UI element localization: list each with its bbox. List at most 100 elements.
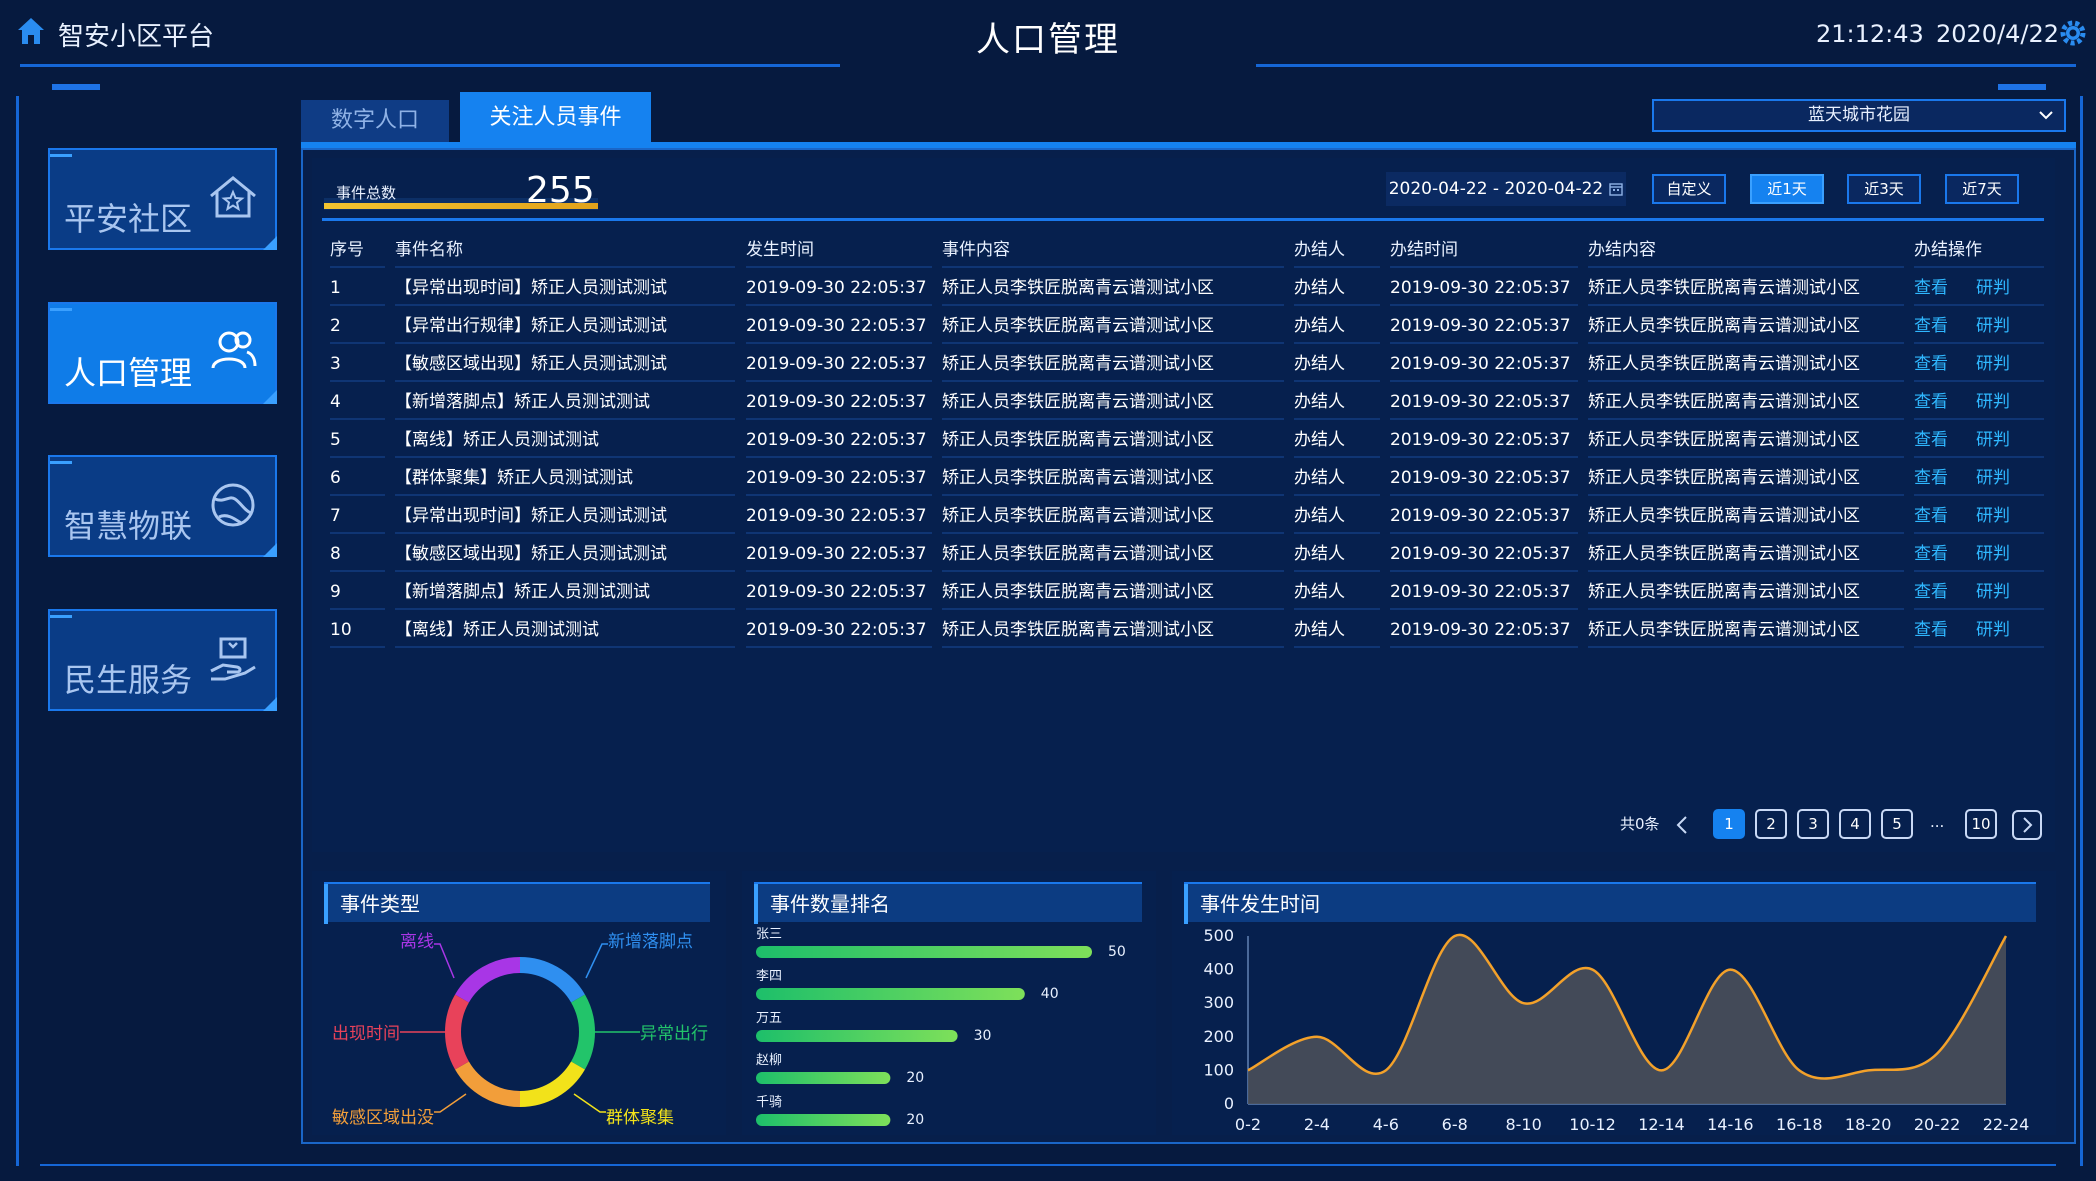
judge-link[interactable]: 研判 bbox=[1976, 620, 2010, 640]
sidebar-item-smart-iot[interactable]: 智慧物联 bbox=[48, 455, 277, 557]
pager-next-icon[interactable] bbox=[2012, 810, 2042, 840]
table-cell-text: 2019-09-30 22:05:37 bbox=[746, 468, 927, 488]
table-cell-text: 1 bbox=[330, 278, 341, 298]
page-button-10[interactable]: 10 bbox=[1965, 809, 1997, 839]
x-tick-label: 8-10 bbox=[1505, 1115, 1541, 1134]
view-link[interactable]: 查看 bbox=[1914, 544, 1948, 564]
cell-divider bbox=[330, 456, 385, 458]
view-link[interactable]: 查看 bbox=[1914, 278, 1948, 298]
time-title: 事件发生时间 bbox=[1184, 882, 2036, 924]
table-cell: 1 bbox=[330, 270, 385, 306]
cell-divider bbox=[746, 380, 932, 382]
view-link[interactable]: 查看 bbox=[1914, 430, 1948, 450]
cell-divider bbox=[1914, 304, 2044, 306]
judge-link[interactable]: 研判 bbox=[1976, 468, 2010, 488]
sidebar-item-label: 平安社区 bbox=[64, 200, 193, 238]
y-tick-label: 100 bbox=[1203, 1060, 1234, 1079]
table-cell-actions: 查看 研判 bbox=[1914, 574, 2044, 610]
column-header-text: 事件名称 bbox=[395, 240, 463, 260]
judge-link[interactable]: 研判 bbox=[1976, 316, 2010, 336]
column-header-text: 办结操作 bbox=[1914, 240, 1982, 260]
filter-1day-button[interactable]: 近1天 bbox=[1750, 174, 1824, 204]
donut-slice bbox=[455, 957, 521, 1003]
sidebar-item-public-service[interactable]: 民生服务 bbox=[48, 609, 277, 711]
table-cell-text: 办结人 bbox=[1294, 316, 1345, 336]
x-tick-label: 12-14 bbox=[1638, 1115, 1685, 1134]
table-row: 2 【异常出行规律】矫正人员测试测试 2019-09-30 22:05:37 矫正人员… bbox=[322, 308, 2044, 344]
table-cell: 【异常出现时间】矫正人员测试测试 bbox=[395, 270, 735, 306]
ranking-bar bbox=[756, 1030, 958, 1042]
page-button-3[interactable]: 3 bbox=[1797, 809, 1829, 839]
judge-link[interactable]: 研判 bbox=[1976, 278, 2010, 298]
table-cell-actions: 查看 研判 bbox=[1914, 346, 2044, 382]
gear-icon[interactable] bbox=[2058, 18, 2088, 48]
table-cell-text: 2019-09-30 22:05:37 bbox=[1390, 354, 1571, 374]
table-cell-text: 3 bbox=[330, 354, 341, 374]
table-cell: 2019-09-30 22:05:37 bbox=[746, 270, 932, 306]
judge-link[interactable]: 研判 bbox=[1976, 582, 2010, 602]
view-link[interactable]: 查看 bbox=[1914, 582, 1948, 602]
tab-focus-person-events[interactable]: 关注人员事件 bbox=[460, 92, 651, 144]
judge-link[interactable]: 研判 bbox=[1976, 506, 2010, 526]
page-button-5[interactable]: 5 bbox=[1881, 809, 1913, 839]
filter-custom-button[interactable]: 自定义 bbox=[1652, 174, 1726, 204]
community-select[interactable]: 蓝天城市花园 bbox=[1652, 99, 2066, 132]
judge-link[interactable]: 研判 bbox=[1976, 430, 2010, 450]
table-cell: 【离线】矫正人员测试测试 bbox=[395, 612, 735, 648]
judge-link[interactable]: 研判 bbox=[1976, 354, 2010, 374]
total-label: 事件总数 bbox=[336, 184, 397, 202]
table-cell-text: 2019-09-30 22:05:37 bbox=[746, 278, 927, 298]
cell-divider bbox=[1914, 380, 2044, 382]
cell-divider bbox=[1914, 532, 2044, 534]
view-link[interactable]: 查看 bbox=[1914, 392, 1948, 412]
cell-divider bbox=[746, 608, 932, 610]
table-cell: 矫正人员李铁匠脱离青云谱测试小区 bbox=[942, 612, 1284, 648]
frame-bottom-line bbox=[40, 1164, 2056, 1166]
tab-digital-population[interactable]: 数字人口 bbox=[301, 100, 449, 142]
judge-link[interactable]: 研判 bbox=[1976, 544, 2010, 564]
donut-slice bbox=[570, 994, 595, 1070]
table-row: 6 【群体聚集】矫正人员测试测试 2019-09-30 22:05:37 矫正人员李铁… bbox=[322, 460, 2044, 496]
sidebar-item-safe-community[interactable]: 平安社区 bbox=[48, 148, 277, 250]
table-cell-text: 10 bbox=[330, 620, 352, 640]
y-tick-label: 300 bbox=[1203, 993, 1234, 1012]
donut-slice-label: 群体聚集 bbox=[606, 1108, 674, 1128]
table-cell-actions: 查看 研判 bbox=[1914, 612, 2044, 648]
view-link[interactable]: 查看 bbox=[1914, 354, 1948, 374]
table-cell: 【敏感区域出现】矫正人员测试测试 bbox=[395, 346, 735, 382]
page-button-2[interactable]: 2 bbox=[1755, 809, 1787, 839]
sidebar-item-population[interactable]: 人口管理 bbox=[48, 302, 277, 404]
page-button-1[interactable]: 1 bbox=[1713, 809, 1745, 839]
table-row: 3 【敏感区域出现】矫正人员测试测试 2019-09-30 22:05:37 矫正人员… bbox=[322, 346, 2044, 382]
cell-divider bbox=[746, 266, 932, 268]
date-range-picker[interactable]: 2020-04-22 - 2020-04-22 bbox=[1386, 172, 1626, 206]
view-link[interactable]: 查看 bbox=[1914, 620, 1948, 640]
table-cell: 矫正人员李铁匠脱离青云谱测试小区 bbox=[942, 574, 1284, 610]
view-link[interactable]: 查看 bbox=[1914, 316, 1948, 336]
cell-divider bbox=[1390, 532, 1578, 534]
table-cell-text: 矫正人员李铁匠脱离青云谱测试小区 bbox=[1588, 582, 1860, 602]
judge-link[interactable]: 研判 bbox=[1976, 392, 2010, 412]
table-cell-text: 2 bbox=[330, 316, 341, 336]
cell-divider bbox=[1588, 380, 1904, 382]
cell-divider bbox=[1588, 646, 1904, 648]
table-cell-text: 【离线】矫正人员测试测试 bbox=[395, 620, 599, 640]
pager-prev-icon[interactable] bbox=[1668, 810, 1698, 840]
x-tick-label: 20-22 bbox=[1914, 1115, 1961, 1134]
table-cell-text: 矫正人员李铁匠脱离青云谱测试小区 bbox=[1588, 430, 1860, 450]
x-tick-label: 2-4 bbox=[1304, 1115, 1330, 1134]
table-cell-text: 矫正人员李铁匠脱离青云谱测试小区 bbox=[942, 620, 1214, 640]
table-cell: 2019-09-30 22:05:37 bbox=[1390, 498, 1578, 534]
cell-divider bbox=[1588, 304, 1904, 306]
ranking-bar-chart: 张三 50 李四 40 万五 30 赵柳 20 千骑 20 bbox=[756, 927, 1126, 1128]
column-header: 办结内容 bbox=[1588, 232, 1904, 268]
page-button-4[interactable]: 4 bbox=[1839, 809, 1871, 839]
filter-3day-button[interactable]: 近3天 bbox=[1847, 174, 1921, 204]
filter-7day-button[interactable]: 近7天 bbox=[1945, 174, 2019, 204]
view-link[interactable]: 查看 bbox=[1914, 468, 1948, 488]
view-link[interactable]: 查看 bbox=[1914, 506, 1948, 526]
cell-divider bbox=[1588, 608, 1904, 610]
table-cell: 2019-09-30 22:05:37 bbox=[746, 384, 932, 420]
table-row: 4 【新增落脚点】矫正人员测试测试 2019-09-30 22:05:37 矫正人员李… bbox=[322, 384, 2044, 420]
bar-category-label: 万五 bbox=[756, 1011, 782, 1026]
